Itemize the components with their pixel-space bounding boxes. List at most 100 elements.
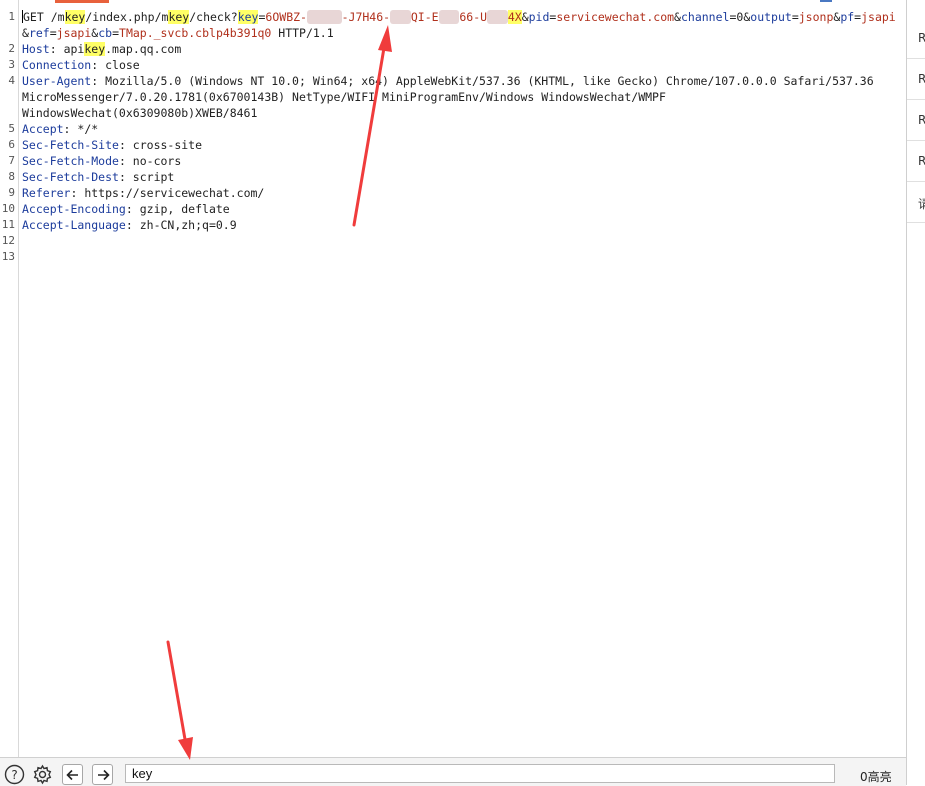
header-value: gzip, deflate	[132, 202, 230, 216]
header-value: https://servicewechat.com/	[77, 186, 265, 200]
active-tab-indicator	[55, 0, 109, 3]
header-value: api	[56, 42, 85, 56]
line-number: 6	[8, 138, 15, 151]
header-name: Connection	[22, 58, 92, 72]
header-name: Sec-Fetch-Site	[22, 138, 119, 152]
header-line: Sec-Fetch-Mode: no-cors	[22, 154, 182, 168]
param-value-pid: servicewechat.com	[556, 10, 675, 24]
redacted-segment: xxx	[438, 10, 460, 24]
header-name: Sec-Fetch-Dest	[22, 170, 119, 184]
search-match: key	[84, 42, 106, 56]
search-match: key	[64, 10, 86, 24]
param-key-channel: channel	[680, 10, 730, 24]
line-number: 13	[1, 250, 15, 263]
request-line: GET /mkey/index.php/mkey/check?key=6OWBZ…	[22, 10, 896, 24]
inspector-side-panel: R R R R 请	[906, 0, 925, 785]
redacted-segment: xxxxx	[306, 10, 342, 24]
header-value: .map.qq.com	[105, 42, 182, 56]
inspector-item[interactable]: R	[907, 59, 925, 100]
line-number: 2	[8, 42, 15, 55]
header-value: */*	[70, 122, 99, 136]
header-name: Accept-Language	[22, 218, 126, 232]
path-segment: /m	[43, 10, 65, 24]
param-key-ref: ref	[28, 26, 50, 40]
header-value: no-cors	[125, 154, 182, 168]
gear-icon[interactable]	[32, 764, 53, 785]
header-line: Sec-Fetch-Site: cross-site	[22, 138, 203, 152]
inspector-item-label: 请	[918, 197, 925, 211]
header-value: WindowsWechat(0x6309080b)XWEB/8461	[22, 106, 258, 120]
header-line: User-Agent: Mozilla/5.0 (Windows NT 10.0…	[22, 74, 874, 88]
search-match: key	[168, 10, 190, 24]
line-number: 4	[8, 74, 15, 87]
header-value: MicroMessenger/7.0.20.1781(0x6700143B) N…	[22, 90, 666, 104]
path-segment: /check?	[189, 10, 238, 24]
inspector-item-label: R	[918, 72, 925, 86]
key-value-part: -	[300, 10, 307, 24]
line-number: 7	[8, 154, 15, 167]
inspector-item-label: R	[918, 113, 925, 127]
key-value-part: 66-U	[459, 10, 488, 24]
header-line-wrap: MicroMessenger/7.0.20.1781(0x6700143B) N…	[22, 89, 902, 105]
key-value-part: 4X	[507, 10, 522, 24]
request-editor[interactable]: 1 2 3 4 5 6 7 8 9 10 11 12 13 GET /mkey/…	[0, 0, 906, 757]
inspector-item[interactable]: R	[907, 141, 925, 182]
help-icon[interactable]: ?	[4, 764, 25, 785]
http-protocol: HTTP/1.1	[271, 26, 334, 40]
line-number: 5	[8, 122, 15, 135]
ampersand: &	[521, 10, 529, 24]
path-segment: /index.php/m	[85, 10, 169, 24]
param-key-output: output	[750, 10, 792, 24]
header-line: Sec-Fetch-Dest: script	[22, 170, 175, 184]
param-key-key: key	[237, 10, 259, 24]
param-value-cb: TMap._svcb.cblp4b391q0	[119, 26, 272, 40]
key-value-part: OWBZ	[272, 10, 301, 24]
header-value: close	[98, 58, 140, 72]
empty-line	[22, 233, 902, 249]
line-number: 10	[1, 202, 15, 215]
header-line: Accept-Language: zh-CN,zh;q=0.9	[22, 218, 237, 232]
header-line: Host: apikey.map.qq.com	[22, 42, 182, 56]
search-bar: ? 0高亮	[0, 757, 906, 786]
inspector-item-label: R	[918, 154, 925, 168]
line-number: 1	[8, 10, 15, 23]
http-method: GET	[23, 10, 44, 24]
empty-line	[22, 249, 902, 265]
param-value-output: jsonp	[798, 10, 834, 24]
param-key-pf: pf	[840, 10, 855, 24]
header-value: Mozilla/5.0 (Windows NT 10.0; Win64; x64…	[98, 74, 874, 88]
inspector-item[interactable]: R	[907, 18, 925, 59]
header-name: Host	[22, 42, 50, 56]
param-key-pid: pid	[528, 10, 550, 24]
inspector-item[interactable]: R	[907, 100, 925, 141]
param-key-cb: cb	[98, 26, 113, 40]
param-value-ref: jsapi	[56, 26, 92, 40]
arrow-right-icon[interactable]	[92, 764, 113, 785]
param-value-pf: jsapi	[861, 10, 896, 24]
line-number: 12	[1, 234, 15, 247]
match-count: 0高亮	[860, 770, 892, 784]
request-text[interactable]: GET /mkey/index.php/mkey/check?key=6OWBZ…	[22, 9, 902, 265]
redacted-segment: xxx	[487, 10, 508, 24]
header-name: Accept	[22, 122, 64, 136]
line-number-gutter: 1 2 3 4 5 6 7 8 9 10 11 12 13	[0, 0, 19, 757]
header-name: User-Agent	[22, 74, 92, 88]
header-line-wrap: WindowsWechat(0x6309080b)XWEB/8461	[22, 105, 902, 121]
header-line: Accept-Encoding: gzip, deflate	[22, 202, 230, 216]
key-value-part: -J7H46-	[341, 10, 391, 24]
inspector-item-label: R	[918, 31, 925, 45]
header-value: script	[125, 170, 175, 184]
line-number: 8	[8, 170, 15, 183]
svg-text:?: ?	[11, 768, 17, 782]
header-line: Connection: close	[22, 58, 140, 72]
arrow-left-icon[interactable]	[62, 764, 83, 785]
header-line: Accept: */*	[22, 122, 99, 136]
header-value: cross-site	[125, 138, 203, 152]
header-line: Referer: https://servicewechat.com/	[22, 186, 265, 200]
line-number: 11	[1, 218, 15, 231]
header-name: Sec-Fetch-Mode	[22, 154, 119, 168]
search-input[interactable]	[125, 764, 835, 783]
line-number: 9	[8, 186, 15, 199]
inspector-item[interactable]: 请	[907, 182, 925, 223]
toolbar-edge-icon	[820, 0, 832, 2]
